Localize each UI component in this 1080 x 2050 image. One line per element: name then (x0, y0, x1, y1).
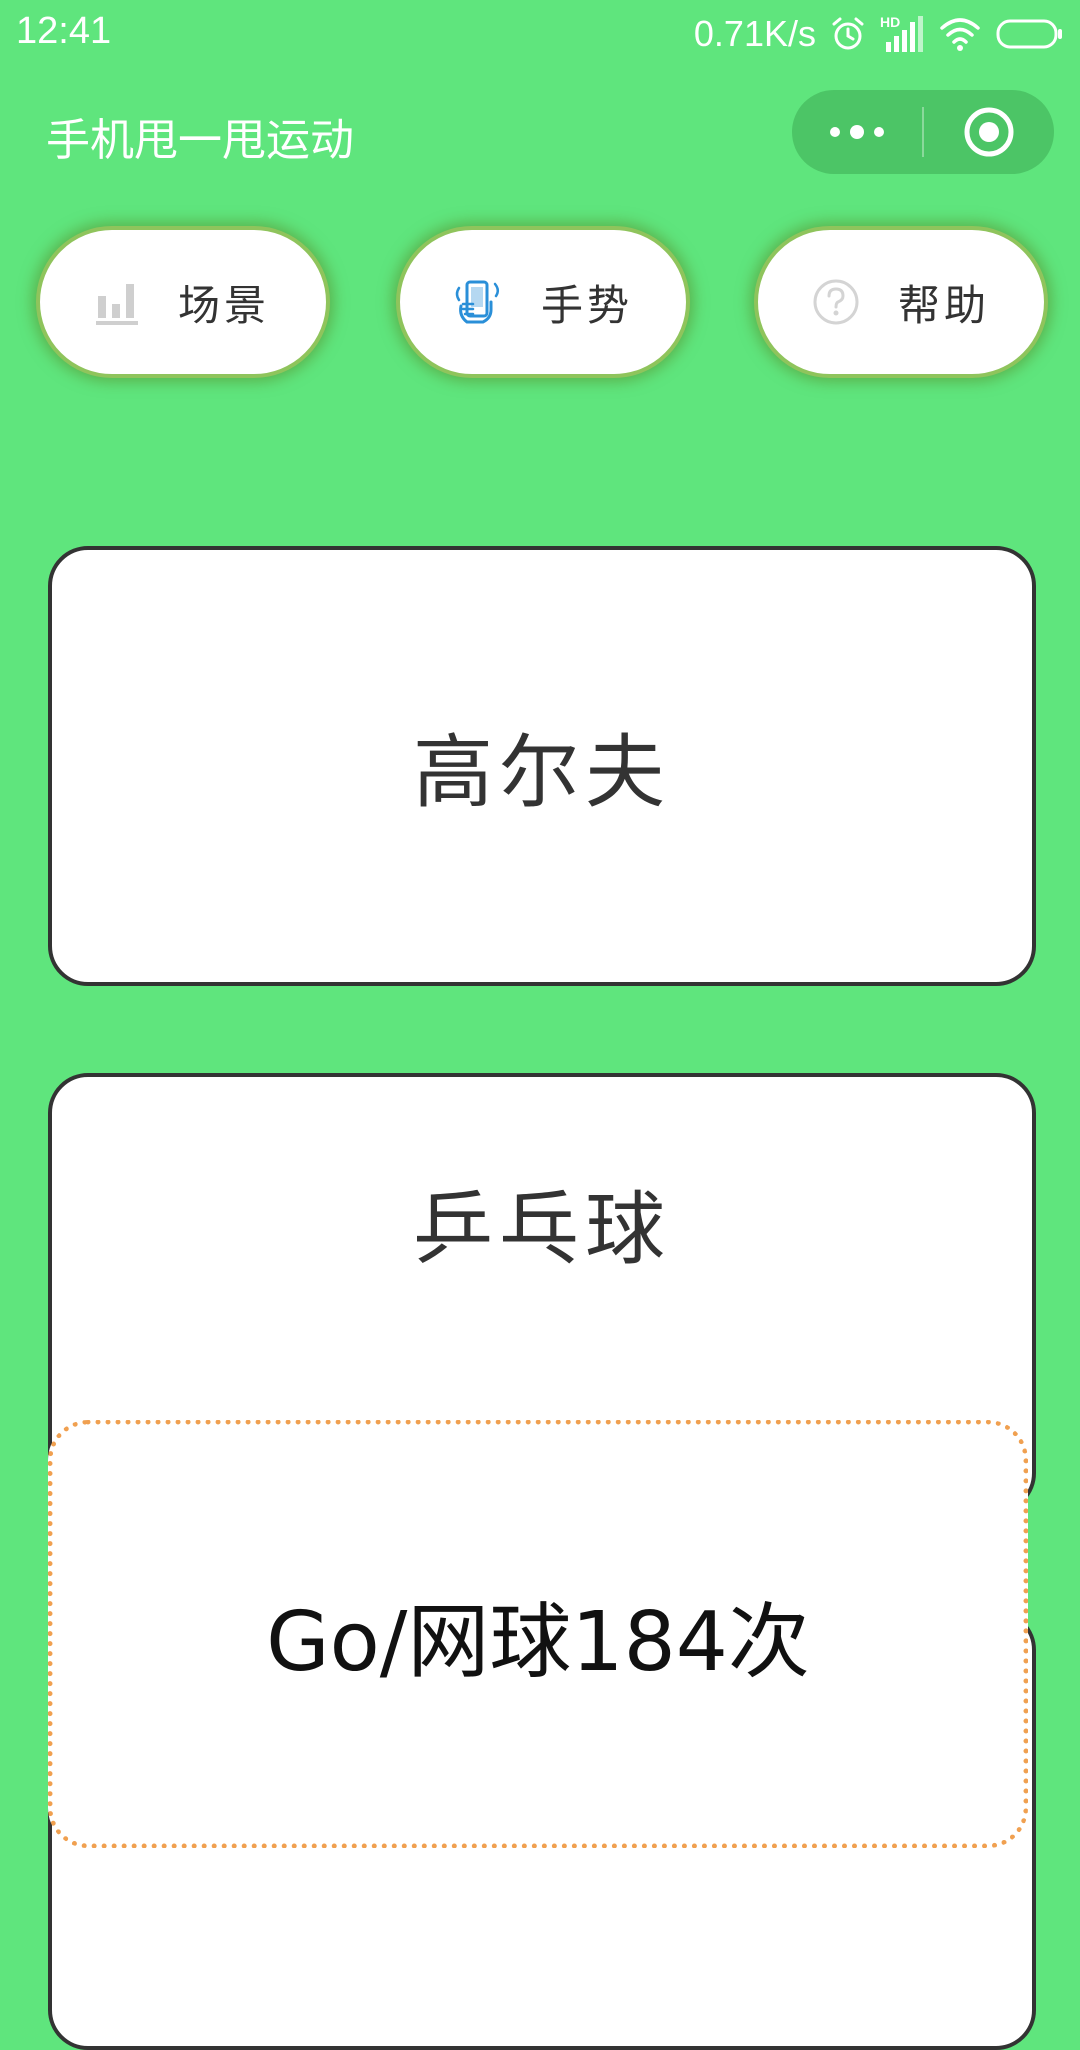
sport-card-label: 乒乓球 (413, 1183, 671, 1276)
status-bar: 12:41 0.71K/s HD (0, 0, 1080, 68)
status-icons: 0.71K/s HD (694, 10, 1064, 58)
tab-gesture-label: 手势 (540, 280, 633, 330)
more-button[interactable] (792, 90, 922, 174)
sport-card-label: 高尔夫 (413, 726, 671, 819)
sport-card-golf[interactable]: 高尔夫 (48, 546, 1036, 986)
hd-signal-icon: HD (880, 14, 924, 54)
tab-help-label: 帮助 (897, 280, 990, 330)
status-time: 12:41 (16, 10, 112, 52)
network-speed: 0.71K/s (693, 13, 816, 54)
tab-help[interactable]: 帮助 (754, 226, 1048, 378)
tab-gesture[interactable]: 手势 (396, 226, 690, 378)
question-circle-icon (813, 279, 859, 325)
bar-chart-icon (95, 284, 138, 325)
toast-text: Go/网球184次 (266, 1594, 810, 1690)
close-button[interactable] (924, 90, 1054, 174)
wifi-icon (940, 18, 980, 51)
app-title: 手机甩一甩运动 (46, 115, 354, 166)
phone-shake-hand-icon (455, 280, 499, 324)
target-close-icon (964, 107, 1014, 157)
mini-program-capsule (792, 90, 1054, 174)
tab-scene[interactable]: 场景 (36, 226, 330, 378)
battery-icon (996, 19, 1062, 49)
count-toast: Go/网球184次 (48, 1420, 1028, 1848)
alarm-icon (832, 17, 864, 50)
more-dots-icon (830, 125, 884, 139)
tab-scene-label: 场景 (177, 280, 270, 330)
